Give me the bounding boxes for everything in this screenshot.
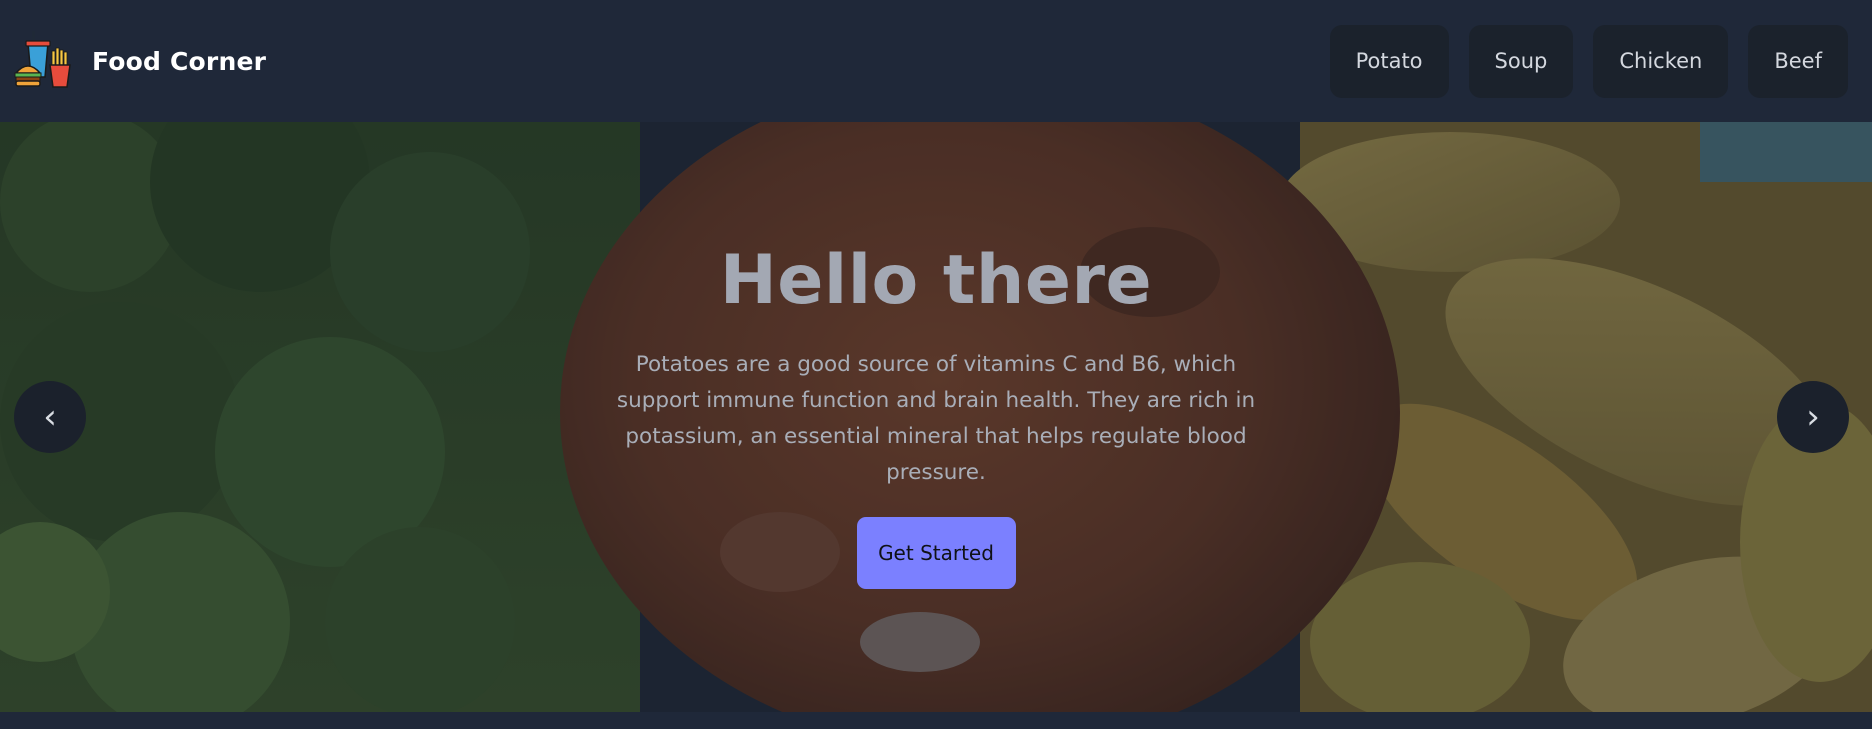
nav-item-soup[interactable]: Soup — [1468, 24, 1574, 98]
nav-item-beef[interactable]: Beef — [1748, 24, 1848, 98]
get-started-button[interactable]: Get Started — [856, 517, 1016, 589]
hero-carousel: Hello there Potatoes are a good source o… — [0, 122, 1872, 712]
brand[interactable]: Food Corner — [14, 31, 266, 91]
hero-content: Hello there Potatoes are a good source o… — [0, 247, 1872, 589]
nav-item-chicken[interactable]: Chicken — [1593, 24, 1729, 98]
brand-name: Food Corner — [92, 46, 267, 76]
bottom-strip — [0, 712, 1872, 729]
hero-description: Potatoes are a good source of vitamins C… — [616, 352, 1256, 485]
carousel-next-button[interactable]: › — [1777, 381, 1849, 453]
hero-title: Hello there — [719, 241, 1153, 320]
nav-item-potato[interactable]: Potato — [1329, 24, 1449, 98]
chevron-left-icon: ‹ — [43, 397, 57, 437]
navbar: Food Corner Potato Soup Chicken Beef — [0, 0, 1872, 122]
nav-links: Potato Soup Chicken Beef — [1329, 24, 1848, 98]
chevron-right-icon: › — [1806, 397, 1820, 437]
carousel-prev-button[interactable]: ‹ — [14, 381, 86, 453]
fast-food-icon — [14, 31, 71, 88]
